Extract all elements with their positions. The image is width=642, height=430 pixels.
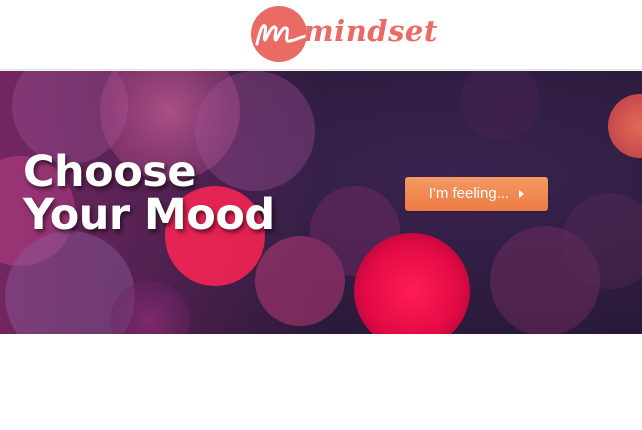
hero-title-line-2: Your Mood <box>23 190 275 240</box>
mood-dropdown-button[interactable]: I'm feeling... <box>405 177 548 211</box>
hero-title-line-1: Choose <box>23 147 197 197</box>
logo-mark-icon <box>251 6 307 62</box>
page-content-area <box>0 334 642 430</box>
hero-banner: Choose Your Mood I'm feeling... <box>0 71 642 334</box>
site-header: mindset <box>0 0 642 70</box>
hero-title: Choose Your Mood <box>23 151 275 237</box>
mindset-logo[interactable]: mindset <box>251 5 437 63</box>
mood-dropdown-label: I'm feeling... <box>428 185 510 203</box>
caret-right-icon <box>519 190 525 199</box>
logo-wordmark: mindset <box>303 14 438 48</box>
